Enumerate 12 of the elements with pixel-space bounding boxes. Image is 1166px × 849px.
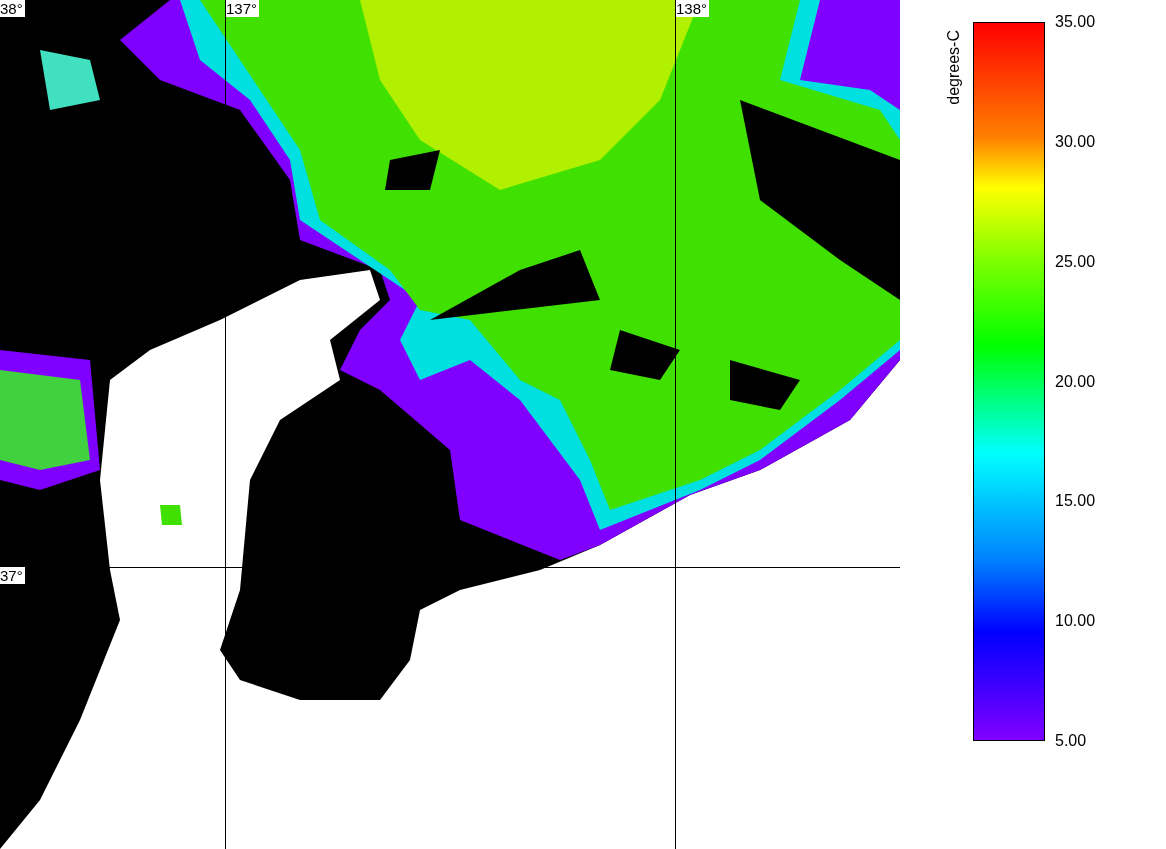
scale-tick-label: 30.00: [1055, 131, 1096, 152]
scale-tick-label: 15.00: [1055, 491, 1096, 512]
longitude-label: 137°: [226, 0, 260, 17]
colorbar-title: degrees-C: [944, 30, 963, 105]
scale-tick-label: 35.00: [1055, 12, 1096, 32]
latitude-label: 37°: [0, 567, 25, 584]
scale-tick-label: 5.00: [1055, 731, 1087, 751]
scale-tick-label: 20.00: [1055, 371, 1096, 392]
latitude-label: 38°: [0, 0, 25, 17]
scale-tick-label: 10.00: [1055, 611, 1096, 632]
scale-tick-label: 25.00: [1055, 251, 1096, 272]
longitude-label: 138°: [676, 0, 710, 17]
